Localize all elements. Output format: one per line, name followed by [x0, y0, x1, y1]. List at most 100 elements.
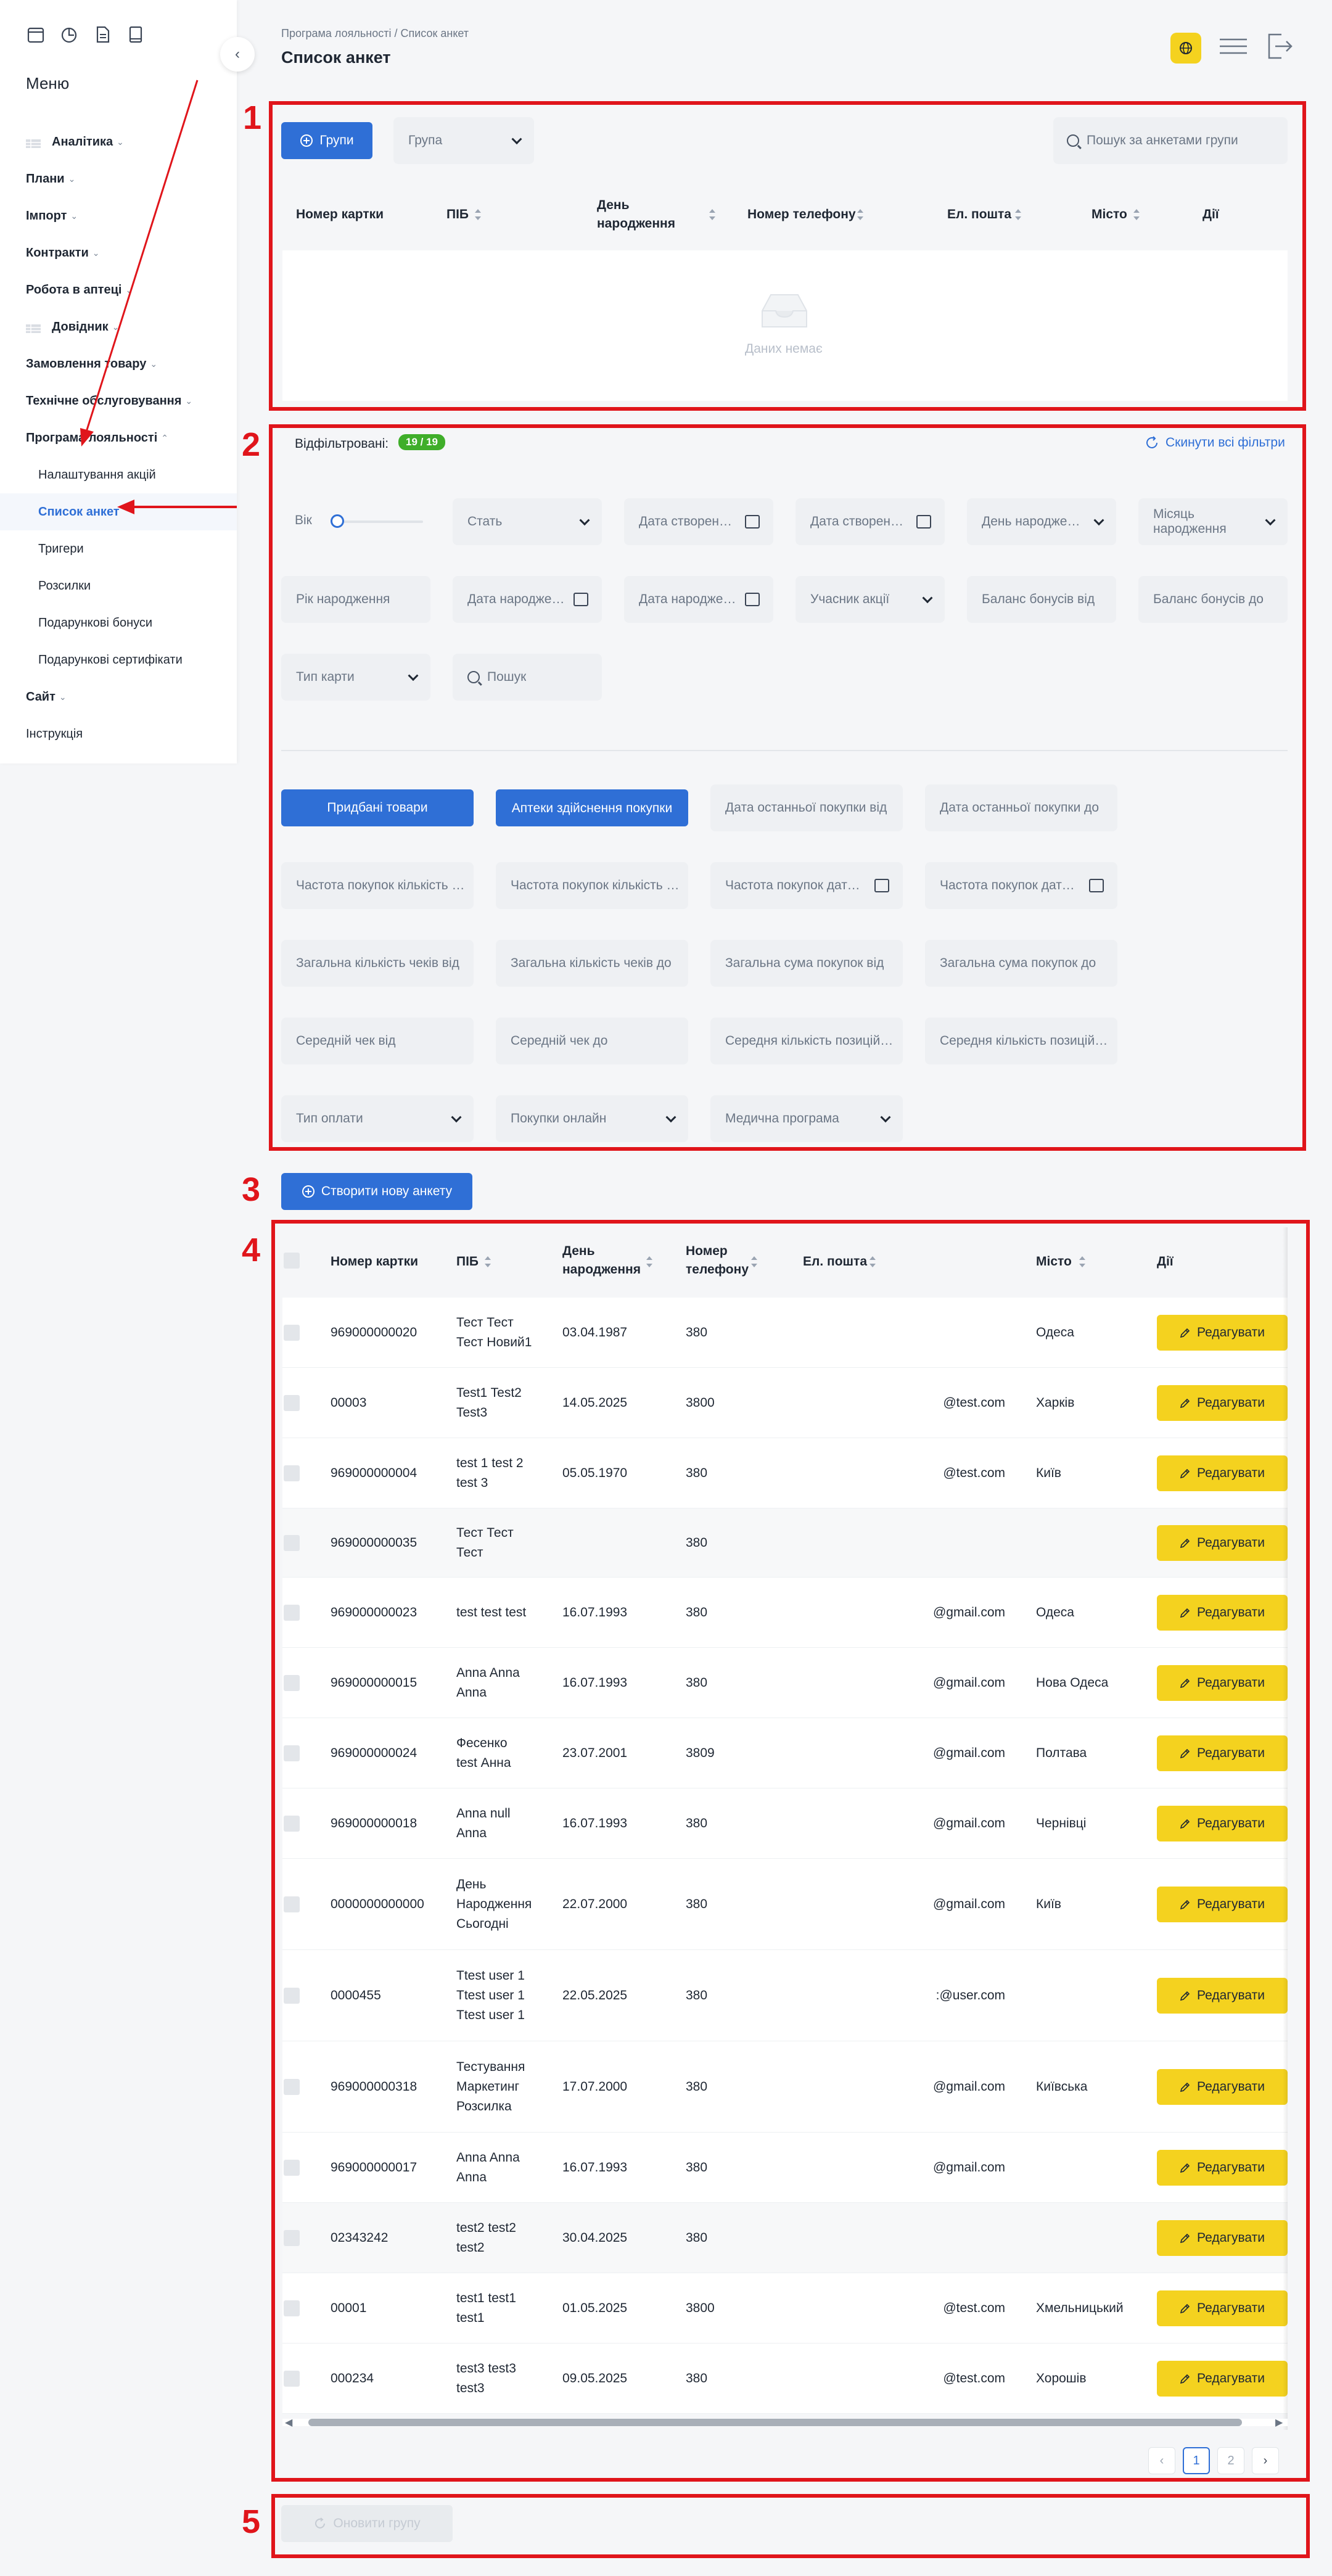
avg-check-from[interactable]: Середній чек від	[281, 1018, 474, 1064]
sidebar-item-site[interactable]: Сайт ⌄	[0, 678, 237, 715]
sidebar-sub-gift-bonuses[interactable]: Подарункові бонуси	[0, 604, 237, 641]
sort-icon[interactable]	[857, 208, 863, 221]
row-checkbox[interactable]	[284, 1675, 300, 1691]
language-button[interactable]	[1170, 32, 1201, 64]
column-header-name[interactable]: ПІБ	[456, 1253, 479, 1271]
sidebar-item-instruction[interactable]: Інструкція	[0, 715, 237, 752]
sort-icon[interactable]	[646, 1256, 652, 1268]
row-checkbox[interactable]	[284, 1745, 300, 1761]
row-checkbox[interactable]	[284, 1395, 300, 1411]
purchase-frequency-count-from[interactable]: Частота покупок кількість від	[281, 862, 474, 909]
logout-icon[interactable]	[1265, 32, 1294, 64]
groups-button[interactable]: Групи	[281, 122, 372, 159]
sort-icon[interactable]	[870, 1256, 876, 1268]
row-checkbox[interactable]	[284, 2300, 300, 2316]
pagination-prev[interactable]: ‹	[1148, 2447, 1175, 2474]
total-sum-to[interactable]: Загальна сума покупок до	[925, 940, 1117, 987]
birth-date-from[interactable]: Дата народження від	[453, 576, 602, 623]
pagination-next[interactable]: ›	[1252, 2447, 1279, 2474]
edit-button[interactable]: Редагувати	[1157, 1385, 1288, 1421]
column-header-phone[interactable]: Номер телефону	[747, 205, 856, 224]
row-checkbox[interactable]	[284, 2230, 300, 2246]
avg-positions-to[interactable]: Середня кількість позицій до	[925, 1018, 1117, 1064]
birthday-select[interactable]: День народження	[967, 498, 1116, 545]
avg-check-to[interactable]: Середній чек до	[496, 1018, 688, 1064]
edit-button[interactable]: Редагувати	[1157, 2069, 1288, 2105]
edit-button[interactable]: Редагувати	[1157, 2150, 1288, 2186]
sort-icon[interactable]	[475, 208, 481, 221]
last-purchase-date-from[interactable]: Дата останньої покупки від	[710, 784, 903, 831]
group-search-input[interactable]: Пошук за анкетами групи	[1053, 117, 1288, 164]
column-header-email[interactable]: Ел. пошта	[803, 1253, 867, 1271]
row-checkbox[interactable]	[284, 1325, 300, 1341]
column-header-birthday[interactable]: День народження	[562, 1242, 649, 1279]
reset-filters-link[interactable]: Скинути всі фільтри	[1145, 435, 1285, 450]
update-group-button[interactable]: Оновити групу	[281, 2505, 453, 2542]
online-purchases-select[interactable]: Покупки онлайн	[496, 1095, 688, 1142]
sidebar-sub-mailings[interactable]: Розсилки	[0, 567, 237, 604]
row-checkbox[interactable]	[284, 1816, 300, 1832]
sidebar-sub-gift-certificates[interactable]: Подарункові сертифікати	[0, 641, 237, 678]
sort-icon[interactable]	[1133, 208, 1140, 221]
row-checkbox[interactable]	[284, 1605, 300, 1621]
payment-type-select[interactable]: Тип оплати	[281, 1095, 474, 1142]
created-from-date[interactable]: Дата створення від	[624, 498, 773, 545]
edit-button[interactable]: Редагувати	[1157, 1455, 1288, 1491]
select-all-checkbox[interactable]	[284, 1253, 300, 1269]
row-checkbox[interactable]	[284, 1535, 300, 1551]
purchase-frequency-count-to[interactable]: Частота покупок кількість до	[496, 862, 688, 909]
birth-date-to[interactable]: Дата народження до	[624, 576, 773, 623]
scroll-right-icon[interactable]: ▶	[1275, 2416, 1283, 2429]
edit-button[interactable]: Редагувати	[1157, 1735, 1288, 1771]
age-slider-handle[interactable]	[331, 514, 344, 528]
sort-icon[interactable]	[1015, 208, 1021, 221]
pagination-page[interactable]: 2	[1217, 2447, 1244, 2474]
row-checkbox[interactable]	[284, 1988, 300, 2004]
age-slider-track[interactable]	[331, 521, 423, 523]
edit-button[interactable]: Редагувати	[1157, 1665, 1288, 1701]
edit-button[interactable]: Редагувати	[1157, 1887, 1288, 1922]
edit-button[interactable]: Редагувати	[1157, 1315, 1288, 1351]
edit-button[interactable]: Редагувати	[1157, 1525, 1288, 1561]
column-header-email[interactable]: Ел. пошта	[947, 205, 1011, 224]
avg-positions-from[interactable]: Середня кількість позицій від	[710, 1018, 903, 1064]
sort-icon[interactable]	[751, 1256, 757, 1268]
column-header-birthday[interactable]: День народження	[597, 196, 696, 233]
gender-select[interactable]: Стать	[453, 498, 602, 545]
purchased-products-button[interactable]: Придбані товари	[281, 789, 474, 826]
pagination-page[interactable]: 1	[1183, 2447, 1210, 2474]
promo-participant-select[interactable]: Учасник акції	[796, 576, 945, 623]
bonus-balance-from-input[interactable]: Баланс бонусів від	[967, 576, 1116, 623]
row-checkbox[interactable]	[284, 2371, 300, 2387]
scrollbar-thumb[interactable]	[308, 2419, 1242, 2426]
edit-button[interactable]: Редагувати	[1157, 2361, 1288, 2397]
column-header-city[interactable]: Місто	[1092, 205, 1127, 224]
created-to-date[interactable]: Дата створення до	[796, 498, 945, 545]
sort-icon[interactable]	[1079, 1256, 1085, 1268]
edit-button[interactable]: Редагувати	[1157, 1978, 1288, 2014]
hamburger-menu-icon[interactable]	[1219, 37, 1248, 59]
edit-button[interactable]: Редагувати	[1157, 1806, 1288, 1841]
row-checkbox[interactable]	[284, 1896, 300, 1912]
total-checks-from[interactable]: Загальна кількість чеків від	[281, 940, 474, 987]
bonus-balance-to-input[interactable]: Баланс бонусів до	[1138, 576, 1288, 623]
sidebar-sub-triggers[interactable]: Тригери	[0, 530, 237, 567]
column-header-city[interactable]: Місто	[1036, 1253, 1072, 1271]
purchase-frequency-date-from[interactable]: Частота покупок дата від	[710, 862, 903, 909]
row-checkbox[interactable]	[284, 2079, 300, 2095]
total-sum-from[interactable]: Загальна сума покупок від	[710, 940, 903, 987]
edit-button[interactable]: Редагувати	[1157, 1595, 1288, 1631]
last-purchase-date-to[interactable]: Дата останньої покупки до	[925, 784, 1117, 831]
create-questionnaire-button[interactable]: Створити нову анкету	[281, 1173, 472, 1210]
row-checkbox[interactable]	[284, 1465, 300, 1481]
total-checks-to[interactable]: Загальна кількість чеків до	[496, 940, 688, 987]
filter-search-input[interactable]: Пошук	[453, 654, 602, 701]
card-type-select[interactable]: Тип карти	[281, 654, 430, 701]
birth-month-select[interactable]: Місяць народження	[1138, 498, 1288, 545]
group-select[interactable]: Група	[393, 117, 534, 164]
medical-program-select[interactable]: Медична програма	[710, 1095, 903, 1142]
purchase-frequency-date-to[interactable]: Частота покупок дата до	[925, 862, 1117, 909]
edit-button[interactable]: Редагувати	[1157, 2290, 1288, 2326]
row-checkbox[interactable]	[284, 2160, 300, 2176]
sort-icon[interactable]	[709, 208, 715, 221]
